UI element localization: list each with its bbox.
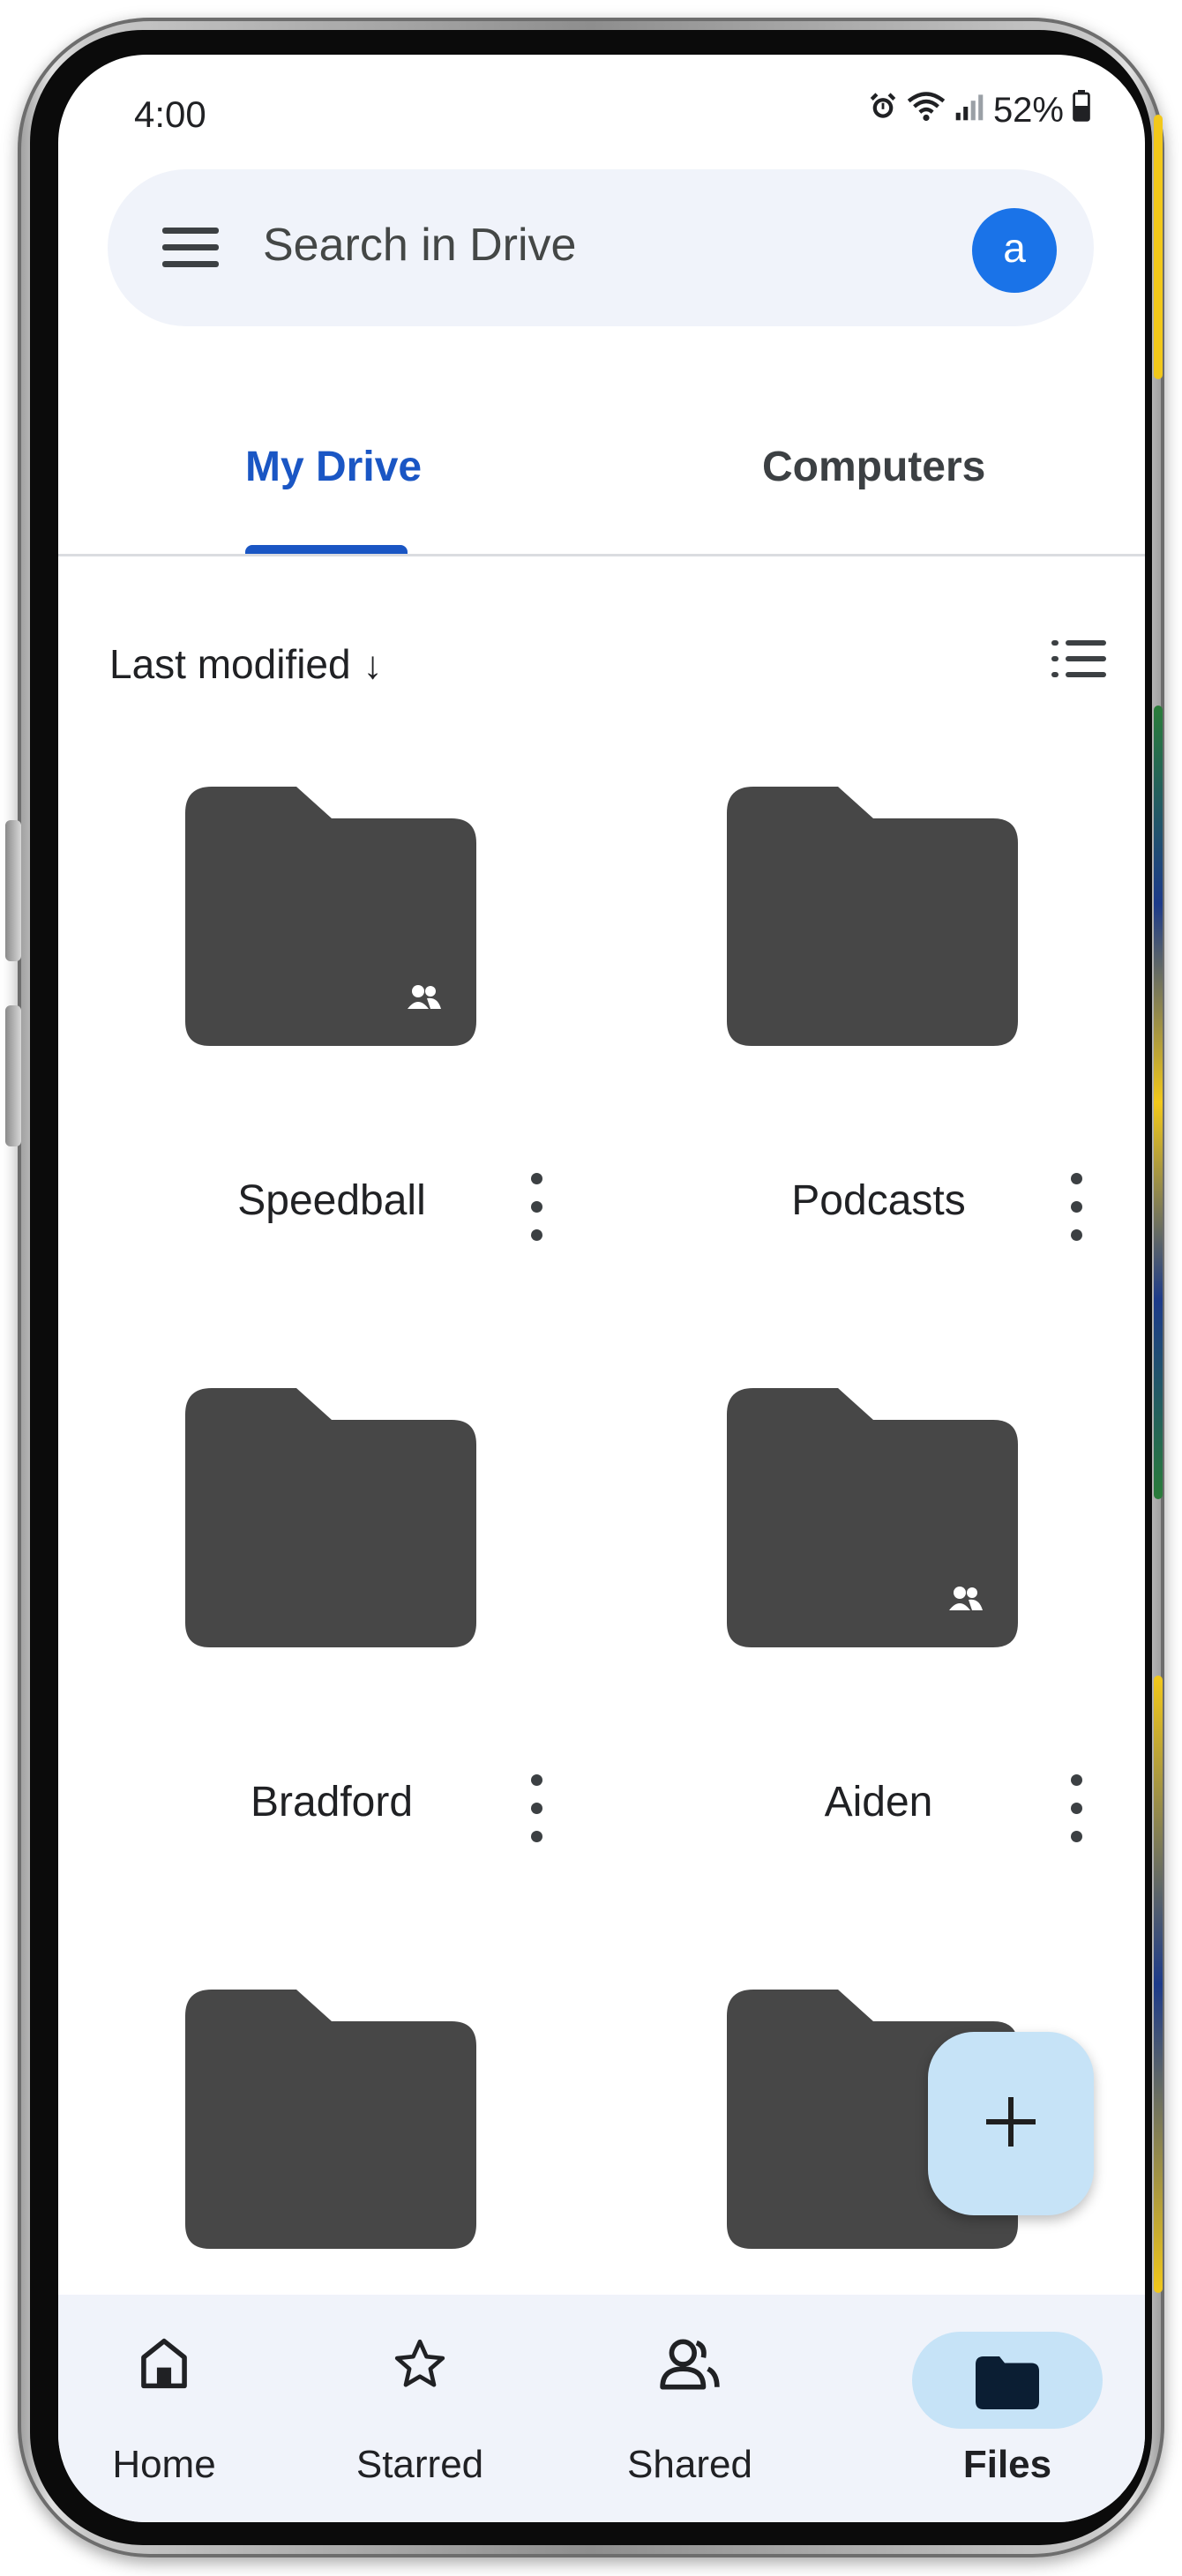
folder-name[interactable]: Podcasts — [746, 1176, 1011, 1225]
wifi-icon — [907, 90, 946, 131]
people-icon — [660, 2339, 720, 2390]
menu-icon[interactable] — [162, 222, 219, 272]
folder-icon[interactable] — [727, 1388, 1018, 1647]
sort-label: Last modified — [109, 641, 351, 687]
search-input[interactable]: Search in Drive — [263, 219, 576, 272]
nav-label: Shared — [627, 2443, 752, 2486]
sort-button[interactable]: Last modified ↓ — [109, 640, 383, 688]
folder-name[interactable]: Aiden — [746, 1778, 1011, 1826]
search-bar[interactable]: Search in Drive a — [108, 169, 1094, 326]
nav-label: Files — [962, 2443, 1052, 2486]
folder-name[interactable]: Bradford — [199, 1778, 464, 1826]
more-options-icon[interactable] — [520, 1168, 552, 1247]
sort-arrow-icon: ↓ — [363, 644, 383, 687]
volume-down-button — [5, 1005, 21, 1146]
nav-starred[interactable]: Starred — [314, 2295, 526, 2522]
plus-icon — [986, 2097, 1036, 2147]
folder-icon — [976, 2356, 1039, 2409]
folder-icon[interactable] — [185, 1388, 476, 1647]
nav-label: Home — [112, 2443, 216, 2486]
battery-percent: 52% — [992, 90, 1064, 130]
more-options-icon[interactable] — [1060, 1168, 1092, 1247]
folder-icon[interactable] — [727, 787, 1018, 1046]
nav-shared[interactable]: Shared — [584, 2295, 796, 2522]
signal-icon — [954, 91, 984, 131]
status-icons: 52% — [868, 90, 1090, 131]
nav-home[interactable]: Home — [58, 2295, 270, 2522]
folder-icon[interactable] — [185, 787, 476, 1046]
volume-up-button — [5, 820, 21, 961]
more-options-icon[interactable] — [520, 1769, 552, 1848]
folder-name[interactable]: Speedball — [199, 1176, 464, 1225]
nav-label: Starred — [355, 2443, 484, 2486]
status-time: 4:00 — [134, 93, 206, 135]
frame-accent — [1154, 115, 1163, 379]
screen: 4:00 52% Search in Drive a My Drive Comp… — [58, 55, 1145, 2522]
tab-computers[interactable]: Computers — [762, 443, 985, 491]
home-icon — [141, 2338, 187, 2389]
folder-icon[interactable] — [185, 1990, 476, 2249]
new-button[interactable] — [928, 2032, 1094, 2215]
battery-icon — [1073, 90, 1090, 131]
more-options-icon[interactable] — [1060, 1769, 1092, 1848]
avatar[interactable]: a — [972, 208, 1057, 293]
star-icon — [394, 2339, 445, 2387]
frame-accent — [1154, 706, 1163, 1499]
list-view-icon[interactable] — [1051, 635, 1106, 683]
drive-tabs: My Drive Computers — [58, 381, 1145, 556]
alarm-icon — [868, 91, 898, 131]
frame-accent — [1154, 1676, 1163, 2293]
tab-my-drive[interactable]: My Drive — [245, 443, 422, 491]
tab-indicator — [245, 545, 408, 554]
bottom-nav: Home Starred Shared Files — [58, 2295, 1145, 2522]
nav-files[interactable]: Files — [912, 2295, 1103, 2522]
